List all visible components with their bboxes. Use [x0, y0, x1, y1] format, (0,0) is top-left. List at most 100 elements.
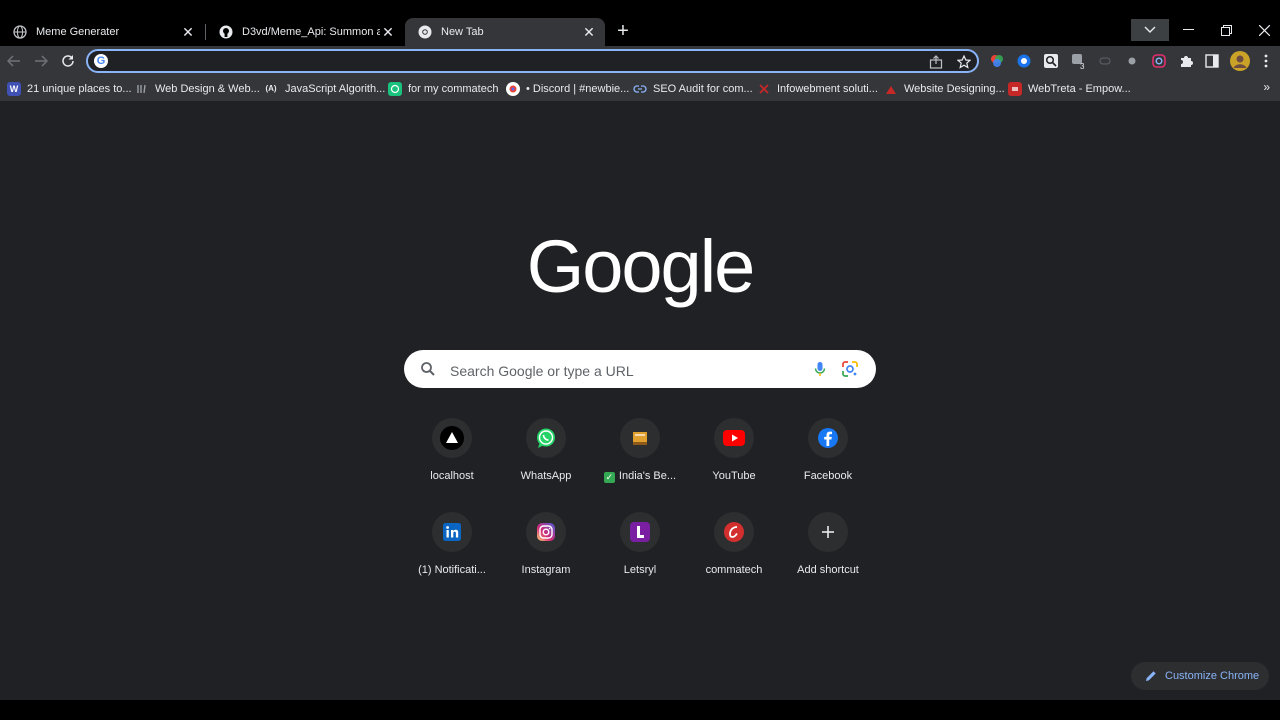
instagram-extension-icon[interactable] [1151, 53, 1167, 69]
color-picker-extension-icon[interactable] [989, 53, 1005, 69]
new-tab-page: Google localhost WhatsApp ✓India's Be... [0, 102, 1280, 700]
shortcut-add[interactable]: Add shortcut [781, 502, 875, 582]
tab-new-tab[interactable]: New Tab ✕ [405, 18, 605, 46]
tab-title: New Tab [441, 26, 484, 38]
shortcut-label: Add shortcut [797, 564, 859, 576]
share-icon[interactable] [928, 54, 944, 70]
bookmark-star-icon[interactable] [956, 54, 972, 70]
pencil-icon [1145, 670, 1157, 682]
customize-chrome-button[interactable]: Customize Chrome [1131, 662, 1269, 690]
bookmark-item[interactable]: WebTreta - Empow... [1008, 80, 1131, 97]
more-bookmarks-chevron-icon[interactable]: » [1263, 80, 1270, 94]
badge-extension-icon[interactable]: 3 [1071, 53, 1087, 69]
bookmark-label: SEO Audit for com... [653, 82, 753, 95]
side-panel-icon[interactable] [1204, 53, 1220, 69]
webdesign-icon [135, 82, 149, 96]
magnifier-extension-icon[interactable] [1043, 53, 1059, 69]
shortcut-label: localhost [430, 470, 474, 482]
new-tab-plus-icon[interactable]: + [612, 20, 634, 42]
bookmark-label: Website Designing... [904, 82, 1005, 95]
extension-badge-count: 3 [1080, 62, 1085, 69]
tab-search-chevron-icon[interactable] [1131, 19, 1169, 41]
address-input[interactable] [116, 53, 920, 71]
bookmark-item[interactable]: • Discord | #newbie... [506, 80, 629, 97]
checkmark-icon: ✓ [603, 472, 615, 483]
webtreta-icon [1008, 81, 1022, 96]
more-menu-icon[interactable] [1258, 53, 1274, 69]
shortcut-label: ✓ India's Be... [593, 470, 687, 483]
close-tab-icon[interactable]: ✕ [581, 24, 597, 40]
shortcut-youtube[interactable]: YouTube [687, 408, 781, 488]
profile-avatar[interactable] [1230, 51, 1250, 71]
shortcut-label: Letsryl [623, 564, 657, 576]
link-icon [633, 82, 647, 96]
target-extension-icon[interactable] [1016, 53, 1032, 69]
shortcut-label: Instagram [521, 564, 571, 576]
dim-extension-icon[interactable] [1097, 53, 1113, 69]
google-lens-icon[interactable] [841, 360, 859, 378]
indias-best-icon [620, 418, 660, 458]
bookmark-item[interactable]: (A) JavaScript Algorith... [263, 80, 385, 97]
search-input[interactable] [448, 361, 792, 380]
bookmark-label: JavaScript Algorith... [285, 82, 386, 95]
shortcut-label: commatech [705, 564, 763, 576]
dot-extension-icon[interactable] [1124, 53, 1140, 69]
voice-search-mic-icon[interactable] [811, 360, 829, 378]
close-window-icon[interactable] [1245, 19, 1280, 41]
minimize-icon[interactable] [1169, 19, 1207, 41]
shortcut-linkedin-notifications[interactable]: (1) Notificati... [405, 502, 499, 582]
toolbar: G 3 [0, 46, 1280, 76]
bookmark-item[interactable]: Web Design & Web... [135, 80, 260, 97]
commatech-icon [714, 512, 754, 552]
linkedin-icon [432, 512, 472, 552]
bookmark-label: 21 unique places to... [27, 82, 132, 95]
reload-icon[interactable] [58, 51, 78, 71]
bookmark-label: Web Design & Web... [155, 82, 260, 95]
shortcut-facebook[interactable]: Facebook [781, 408, 875, 488]
close-tab-icon[interactable]: ✕ [380, 24, 396, 40]
search-box[interactable] [404, 350, 876, 388]
infowebment-icon [757, 82, 771, 96]
shortcut-indias-best[interactable]: ✓ India's Be... [593, 408, 687, 488]
bottom-edge [0, 700, 1280, 720]
tab-meme-generater[interactable]: Meme Generater ✕ [0, 18, 204, 46]
tab-meme-api[interactable]: D3vd/Meme_Api: Summon a random ✕ [206, 18, 404, 46]
discord-icon [506, 81, 520, 96]
triangle-icon [432, 418, 472, 458]
instagram-icon [526, 512, 566, 552]
bookmark-item[interactable]: Infowebment soluti... [757, 80, 878, 97]
shortcut-commatech[interactable]: commatech [687, 502, 781, 582]
bookmark-item[interactable]: SEO Audit for com... [633, 80, 753, 97]
forward-arrow-icon[interactable] [31, 51, 51, 71]
github-icon [218, 24, 234, 40]
shortcut-instagram[interactable]: Instagram [499, 502, 593, 582]
shortcut-whatsapp[interactable]: WhatsApp [499, 408, 593, 488]
tab-strip: Meme Generater ✕ D3vd/Meme_Api: Summon a… [0, 0, 1280, 46]
globe-icon [12, 24, 28, 40]
restore-icon[interactable] [1207, 19, 1245, 41]
google-g-icon: G [94, 54, 108, 68]
puzzle-extensions-icon[interactable] [1178, 53, 1194, 69]
freecodecamp-icon: (A) [265, 84, 277, 93]
shortcut-label-text: India's Be... [618, 470, 677, 482]
bookmark-label: WebTreta - Empow... [1028, 82, 1131, 95]
shortcut-letsryl[interactable]: Letsryl [593, 502, 687, 582]
chrome-icon [417, 24, 433, 40]
youtube-icon [714, 418, 754, 458]
whatsapp-icon [526, 418, 566, 458]
bookmark-label: Infowebment soluti... [777, 82, 878, 95]
address-bar[interactable]: G [86, 49, 979, 73]
chatgpt-icon [388, 81, 402, 96]
tab-title: D3vd/Meme_Api: Summon a random [242, 26, 380, 38]
tab-title: Meme Generater [36, 26, 120, 38]
bookmark-item[interactable]: Website Designing... [884, 80, 1005, 97]
shortcut-label: YouTube [712, 470, 756, 482]
letsryl-icon [620, 512, 660, 552]
bookmarks-bar: W 21 unique places to... Web Design & We… [0, 76, 1280, 102]
bookmark-item[interactable]: for my commatech [388, 80, 498, 97]
back-arrow-icon[interactable] [4, 51, 24, 71]
customize-chrome-label: Customize Chrome [1165, 670, 1260, 682]
bookmark-item[interactable]: W 21 unique places to... [7, 80, 132, 97]
close-tab-icon[interactable]: ✕ [180, 24, 196, 40]
shortcut-localhost[interactable]: localhost [405, 408, 499, 488]
